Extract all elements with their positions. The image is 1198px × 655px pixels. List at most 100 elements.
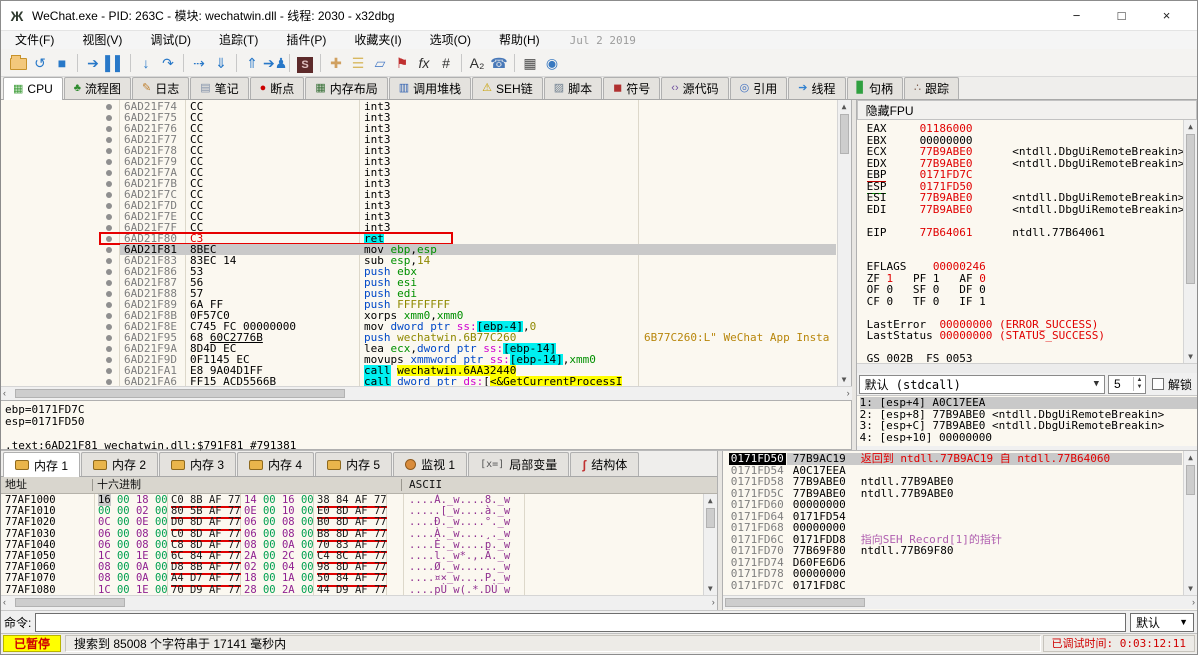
unlock-checkbox[interactable]: 解锁 xyxy=(1149,376,1195,393)
tab-call-stack[interactable]: ▥调用堆栈 xyxy=(389,77,471,99)
breakpoint-dot[interactable] xyxy=(106,269,112,275)
stack-row[interactable]: 0171FD5077B9AC19返回到 ntdll.77B9AC19 自 ntd… xyxy=(723,453,1182,465)
command-mode-select[interactable]: 默认▼ xyxy=(1130,613,1194,632)
argument-count-stepper[interactable]: 5 ▲▼ xyxy=(1108,375,1146,394)
register-line[interactable]: GS 002B FS 0053 xyxy=(867,353,1197,363)
tab-locals[interactable]: [x=]局部变量 xyxy=(468,452,569,476)
stack-view[interactable]: 0171FD5077B9AC19返回到 ntdll.77B9AC19 自 ntd… xyxy=(723,451,1197,595)
scylla-icon[interactable]: S xyxy=(294,53,316,73)
breakpoint-dot[interactable] xyxy=(106,115,112,121)
pause-icon[interactable]: ▌▌ xyxy=(104,53,126,73)
stack-horizontal-scrollbar[interactable]: › xyxy=(723,595,1197,609)
tab-log[interactable]: ✎日志 xyxy=(132,77,189,99)
labels-icon[interactable]: ▱ xyxy=(369,53,391,73)
menu-item[interactable]: 帮助(H) xyxy=(485,31,554,49)
breakpoint-dot[interactable] xyxy=(106,225,112,231)
breakpoint-dot[interactable] xyxy=(106,170,112,176)
stack-row[interactable]: 0171FD6000000000 xyxy=(723,499,1182,511)
calculator-icon[interactable]: ▦ xyxy=(519,53,541,73)
breakpoint-dot[interactable] xyxy=(106,192,112,198)
tab-watch[interactable]: 监视 1 xyxy=(393,452,467,476)
tab-内存-2[interactable]: 内存 2 xyxy=(81,452,158,476)
stack-row[interactable]: 0171FD5877B9ABE0ntdll.77B9ABE0 xyxy=(723,476,1182,488)
tab-memory-map[interactable]: ▦内存布局 xyxy=(305,77,387,99)
arguments-view[interactable]: 1: [esp+4] A0C17EEA2: [esp+8] 77B9ABE0 <… xyxy=(857,395,1197,446)
memory-dump-view[interactable]: 77AF100016 00 18 00C0 8B AF 7714 00 16 0… xyxy=(1,494,717,595)
tab-source[interactable]: ‹›源代码 xyxy=(661,77,728,99)
menu-item[interactable]: 调试(D) xyxy=(136,31,205,49)
tab-symbols[interactable]: ◼符号 xyxy=(603,77,660,99)
memory-horizontal-scrollbar[interactable]: ‹› xyxy=(1,595,717,609)
stack-row[interactable]: 0171FD640171FD54 xyxy=(723,511,1182,523)
breakpoint-dot[interactable] xyxy=(106,302,112,308)
menu-item[interactable]: 追踪(T) xyxy=(205,31,272,49)
stack-row[interactable]: 0171FD6C0171FDD8指向SEH_Record[1]的指针 xyxy=(723,534,1182,546)
tab-内存-1[interactable]: 内存 1 xyxy=(3,452,80,477)
step-over-icon[interactable]: ↷ xyxy=(157,53,179,73)
maximize-button[interactable]: □ xyxy=(1099,8,1144,23)
breakpoint-dot[interactable] xyxy=(106,258,112,264)
stop-icon[interactable]: ■ xyxy=(51,53,73,73)
comments-icon[interactable]: ☰ xyxy=(347,53,369,73)
breakpoint-dot[interactable] xyxy=(106,104,112,110)
restart-icon[interactable]: ↺ xyxy=(29,53,51,73)
registers-view[interactable]: EAX 01186000EBX 00000000ECX 77B9ABE0 <nt… xyxy=(857,120,1197,363)
breakpoint-dot[interactable] xyxy=(106,313,112,319)
stack-row[interactable]: 0171FD5C77B9ABE0ntdll.77B9ABE0 xyxy=(723,488,1182,500)
menu-item[interactable]: 视图(V) xyxy=(68,31,136,49)
run-to-cursor-icon[interactable]: ⇢ xyxy=(188,53,210,73)
breakpoint-dot[interactable] xyxy=(106,291,112,297)
disasm-vertical-scrollbar[interactable]: ▲ ▼ xyxy=(837,100,851,386)
run-to-user-code-icon[interactable]: ⇑ xyxy=(241,53,263,73)
stack-row[interactable]: 0171FD6800000000 xyxy=(723,522,1182,534)
tab-seh-chain[interactable]: ⚠SEH链 xyxy=(472,77,543,99)
stack-row[interactable]: 0171FD54A0C17EEA xyxy=(723,465,1182,477)
breakpoint-dot[interactable] xyxy=(106,137,112,143)
tab-references[interactable]: ◎引用 xyxy=(730,77,788,99)
breakpoint-dot[interactable] xyxy=(106,324,112,330)
stack-vertical-scrollbar[interactable]: ▲ ▼ xyxy=(1183,451,1197,595)
stack-row[interactable]: 0171FD7800000000 xyxy=(723,568,1182,580)
command-input[interactable] xyxy=(35,613,1126,632)
breakpoint-dot[interactable] xyxy=(106,368,112,374)
minimize-button[interactable]: − xyxy=(1054,8,1099,23)
breakpoint-dot[interactable] xyxy=(106,247,112,253)
argument-row[interactable]: 1: [esp+4] A0C17EEA xyxy=(860,397,1197,409)
step-into-icon[interactable]: ↓ xyxy=(135,53,157,73)
tab-trace[interactable]: ∴跟踪 xyxy=(904,77,959,99)
breakpoint-dot[interactable] xyxy=(106,335,112,341)
menu-item[interactable]: 插件(P) xyxy=(272,31,340,49)
menu-item[interactable]: 选项(O) xyxy=(416,31,485,49)
breakpoint-dot[interactable] xyxy=(106,126,112,132)
bookmarks-icon[interactable]: ⚑ xyxy=(391,53,413,73)
memory-row[interactable]: 77AF10801C 00 1E 0070 D9 AF 7728 00 2A 0… xyxy=(1,585,702,595)
tab-内存-5[interactable]: 内存 5 xyxy=(315,452,392,476)
tab-handles[interactable]: ▊句柄 xyxy=(847,77,903,99)
breakpoint-dot[interactable] xyxy=(106,280,112,286)
memory-vertical-scrollbar[interactable]: ▲ ▼ xyxy=(703,494,717,595)
breakpoint-dot[interactable] xyxy=(106,379,112,385)
stack-row[interactable]: 0171FD7077B69F80ntdll.77B69F80 xyxy=(723,545,1182,557)
tab-内存-4[interactable]: 内存 4 xyxy=(237,452,314,476)
tab-breakpoints[interactable]: ●断点 xyxy=(250,77,305,99)
run-icon[interactable]: ➔ xyxy=(82,53,104,73)
tab-graph[interactable]: ♣流程图 xyxy=(64,77,131,99)
stack-row[interactable]: 0171FD7C0171FD8C xyxy=(723,580,1182,592)
hide-fpu-button[interactable]: 隐藏FPU xyxy=(857,100,1197,120)
tab-内存-3[interactable]: 内存 3 xyxy=(159,452,236,476)
open-file-icon[interactable] xyxy=(7,53,29,73)
close-button[interactable]: × xyxy=(1144,8,1189,23)
internet-icon[interactable]: ◉ xyxy=(541,53,563,73)
trace-coverage-icon[interactable]: # xyxy=(435,53,457,73)
disasm-horizontal-scrollbar[interactable]: ‹› xyxy=(1,386,852,400)
stack-row[interactable]: 0171FD74D60FE6D6 xyxy=(723,557,1182,569)
checkbox-icon[interactable] xyxy=(1152,378,1164,390)
tab-notes[interactable]: ▤笔记 xyxy=(190,77,248,99)
breakpoint-dot[interactable] xyxy=(106,203,112,209)
breakpoint-dot[interactable] xyxy=(106,181,112,187)
disasm-row[interactable]: 6AD21FA6FF15 ACD5566Bcall dword ptr ds:[… xyxy=(1,376,836,386)
menu-item[interactable]: 收藏夹(I) xyxy=(340,31,415,49)
tab-script[interactable]: ▨脚本 xyxy=(544,77,602,99)
functions-icon[interactable]: fx xyxy=(413,53,435,73)
tab-struct[interactable]: ʃ结构体 xyxy=(570,452,639,476)
